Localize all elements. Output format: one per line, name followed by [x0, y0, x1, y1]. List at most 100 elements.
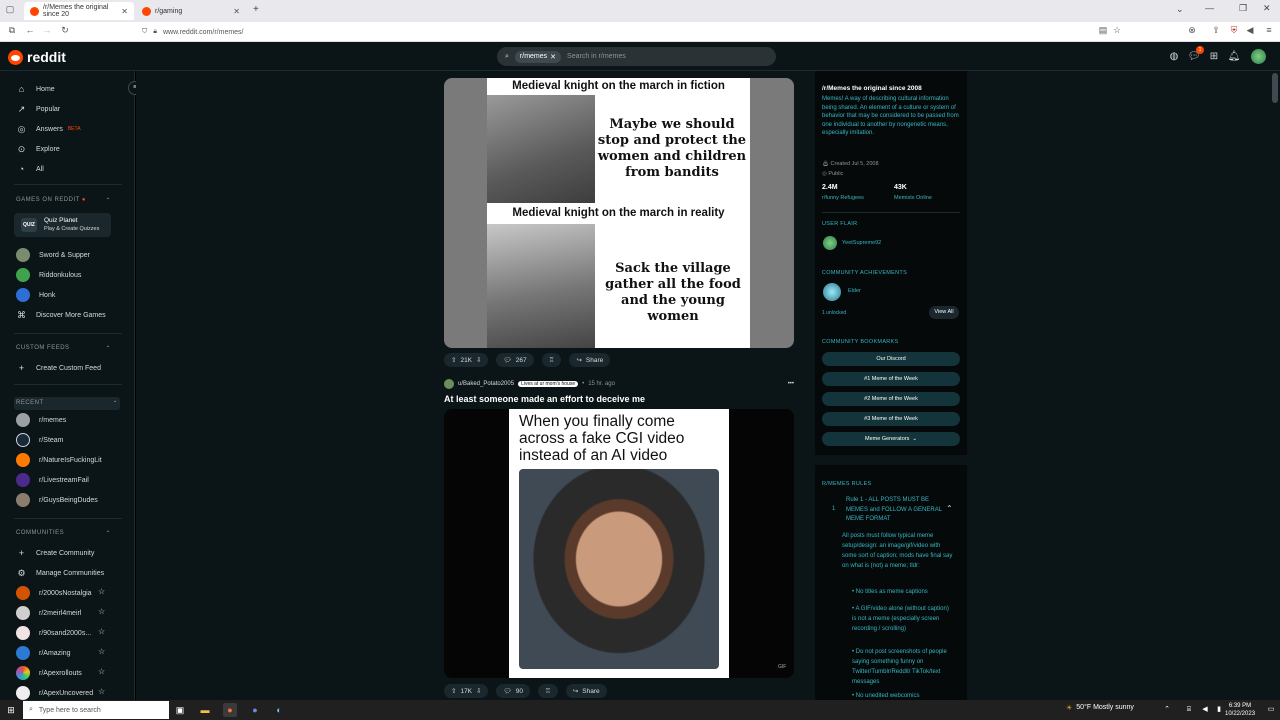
- more-options-icon[interactable]: •••: [788, 381, 794, 387]
- weather-widget[interactable]: ☀ 50°F Mostly sunny: [1066, 704, 1134, 712]
- communities-section-header[interactable]: COMMUNITIES ⌃: [16, 530, 111, 537]
- forward-icon[interactable]: →: [40, 25, 54, 35]
- page-scrollbar[interactable]: [1270, 71, 1280, 700]
- bookmark-our-discord[interactable]: Our Discord: [822, 352, 960, 366]
- bookmark-star-icon[interactable]: ☆: [1110, 25, 1124, 36]
- bookmark-meme-week-3[interactable]: #3 Meme of the Week: [822, 412, 960, 426]
- favorite-star-icon[interactable]: ☆: [98, 667, 105, 676]
- favorite-star-icon[interactable]: ☆: [98, 627, 105, 636]
- upvote-icon[interactable]: ⇧: [451, 356, 456, 364]
- reader-view-icon[interactable]: ▤: [1096, 25, 1110, 36]
- network-icon[interactable]: ⌸: [1182, 703, 1196, 717]
- sound-icon[interactable]: ◀: [1243, 25, 1257, 36]
- recent-item-memes[interactable]: r/memes: [16, 412, 66, 428]
- url-bar[interactable]: ⛉ 🔒︎ www.reddit.com/r/memes/: [134, 24, 1094, 40]
- steam-icon[interactable]: ◐: [272, 703, 286, 717]
- rule-title[interactable]: Rule 1 - ALL POSTS MUST BE MEMES and FOL…: [846, 496, 946, 525]
- create-post-icon[interactable]: ⊞: [1207, 51, 1221, 62]
- taskbar-search[interactable]: ⌕ Type here to search: [23, 701, 169, 719]
- recent-item-livestreamfail[interactable]: r/LivestreamFail: [16, 472, 89, 488]
- new-tab-button[interactable]: +: [253, 4, 259, 15]
- sidebar-item-riddonkulous[interactable]: Riddonkulous: [16, 267, 81, 283]
- community-item[interactable]: r/2000sNostalgia: [16, 585, 92, 601]
- back-icon[interactable]: ←: [23, 25, 37, 35]
- tray-overflow-icon[interactable]: ⌃: [1160, 703, 1174, 717]
- extension-shield-icon[interactable]: ⛨: [1227, 25, 1241, 36]
- downvote-icon[interactable]: ⇩: [476, 687, 481, 695]
- close-tab-icon[interactable]: ✕: [233, 7, 240, 16]
- sidebar-item-all[interactable]: ◔ All: [16, 161, 44, 177]
- favorite-star-icon[interactable]: ☆: [98, 607, 105, 616]
- comments-button[interactable]: 💬︎ 267: [496, 353, 534, 367]
- volume-icon[interactable]: ◀: [1198, 703, 1212, 717]
- bookmark-meme-generators[interactable]: Meme Generators ⌄: [822, 432, 960, 446]
- post-title[interactable]: At least someone made an effort to decei…: [444, 394, 645, 404]
- comments-button[interactable]: 💬︎ 90: [496, 684, 530, 698]
- task-view-icon[interactable]: ▣: [173, 703, 187, 717]
- recent-section-header[interactable]: RECENT ⌃: [14, 397, 120, 410]
- clock[interactable]: 6:39 PM 10/22/2023: [1225, 702, 1255, 718]
- tab-menu-chevron-icon[interactable]: ⌄: [1176, 4, 1184, 15]
- sidebar-item-honk[interactable]: Honk: [16, 287, 55, 303]
- recent-item-natureisfuckinglit[interactable]: r/NatureIsFuckingLit: [16, 452, 102, 468]
- share-icon[interactable]: ⇪: [1209, 25, 1223, 36]
- search-input[interactable]: Search in r/memes: [567, 53, 626, 60]
- close-tab-icon[interactable]: ✕: [121, 7, 128, 16]
- manage-communities[interactable]: ⚙ Manage Communities: [16, 565, 104, 581]
- community-item[interactable]: r/ApexUncovered: [16, 685, 93, 700]
- tab-list-icon[interactable]: ▢: [3, 4, 17, 15]
- close-window-button[interactable]: ✕: [1263, 3, 1271, 14]
- share-button[interactable]: ↪ Share: [565, 684, 607, 698]
- favorite-star-icon[interactable]: ☆: [98, 587, 105, 596]
- community-item[interactable]: r/90sand2000s...: [16, 625, 91, 641]
- create-community[interactable]: + Create Community: [16, 545, 95, 561]
- user-flair-name[interactable]: YeetSupreme92: [842, 240, 881, 246]
- recent-item-guysbeingdudes[interactable]: r/GuysBeingDudes: [16, 492, 98, 508]
- discord-icon[interactable]: ●: [248, 703, 262, 717]
- sidebar-item-sword-supper[interactable]: Sword & Supper: [16, 247, 90, 263]
- author-avatar[interactable]: [444, 379, 454, 389]
- windows-start-icon[interactable]: ⊞: [4, 703, 18, 717]
- sidebar-item-explore[interactable]: ⊙ Explore: [16, 141, 60, 157]
- create-custom-feed[interactable]: + Create Custom Feed: [16, 360, 101, 376]
- file-explorer-icon[interactable]: ▬: [198, 703, 212, 717]
- sidebar-item-answers[interactable]: ◎ Answers BETA: [16, 121, 81, 137]
- search-scope-chip[interactable]: r/memes ✕: [514, 50, 562, 63]
- extension-icon[interactable]: ⊗: [1185, 25, 1199, 36]
- games-section-header[interactable]: GAMES ON REDDIT ● ⌃: [16, 197, 111, 204]
- notifications-icon[interactable]: ▭: [1264, 703, 1278, 717]
- minimize-button[interactable]: —: [1205, 3, 1214, 13]
- search-bar[interactable]: ⌕ r/memes ✕ Search in r/memes: [497, 47, 776, 66]
- award-button[interactable]: ♖: [537, 684, 558, 698]
- custom-feeds-header[interactable]: CUSTOM FEEDS ⌃: [16, 345, 111, 352]
- sidebar-item-discover-games[interactable]: ⌘ Discover More Games: [16, 307, 106, 323]
- tab-gaming[interactable]: r/gaming ✕: [136, 2, 246, 20]
- sidebar-item-popular[interactable]: ↗ Popular: [16, 101, 60, 117]
- favorite-star-icon[interactable]: ☆: [98, 647, 105, 656]
- vote-buttons[interactable]: ⇧ 17K ⇩: [444, 684, 489, 698]
- bookmark-meme-week-2[interactable]: #2 Meme of the Week: [822, 392, 960, 406]
- author-link[interactable]: u/Baked_Potato2005: [458, 381, 514, 387]
- sidebar-item-home[interactable]: ⌂ Home: [16, 81, 55, 97]
- menu-icon[interactable]: ≡: [1262, 25, 1276, 35]
- bookmark-meme-week-1[interactable]: #1 Meme of the Week: [822, 372, 960, 386]
- community-item[interactable]: r/Apexrollouts: [16, 665, 82, 681]
- clear-scope-icon[interactable]: ✕: [550, 53, 556, 61]
- recent-item-steam[interactable]: r/Steam: [16, 432, 64, 448]
- firefox-icon[interactable]: ●: [223, 703, 237, 717]
- view-all-button[interactable]: View All: [929, 306, 959, 319]
- community-item[interactable]: r/2meirl4meirl: [16, 605, 81, 621]
- sidebar-toggle-icon[interactable]: ⧉: [5, 25, 19, 36]
- favorite-star-icon[interactable]: ☆: [98, 687, 105, 696]
- reload-icon[interactable]: ↻: [58, 25, 72, 36]
- user-avatar[interactable]: [1251, 49, 1266, 64]
- scrollbar-thumb[interactable]: [1272, 73, 1278, 103]
- quiz-planet-item[interactable]: QUIZ Quiz Planet Play & Create Quizzes: [14, 213, 111, 237]
- battery-icon[interactable]: ▮: [1212, 703, 1226, 717]
- reddit-logo[interactable]: reddit: [8, 49, 66, 65]
- notification-icon[interactable]: 🔔︎: [1227, 51, 1241, 62]
- tab-memes[interactable]: /r/Memes the original since 20 ✕: [24, 2, 134, 20]
- upvote-icon[interactable]: ⇧: [451, 687, 456, 695]
- community-item[interactable]: r/Amazing: [16, 645, 71, 661]
- downvote-icon[interactable]: ⇩: [476, 356, 481, 364]
